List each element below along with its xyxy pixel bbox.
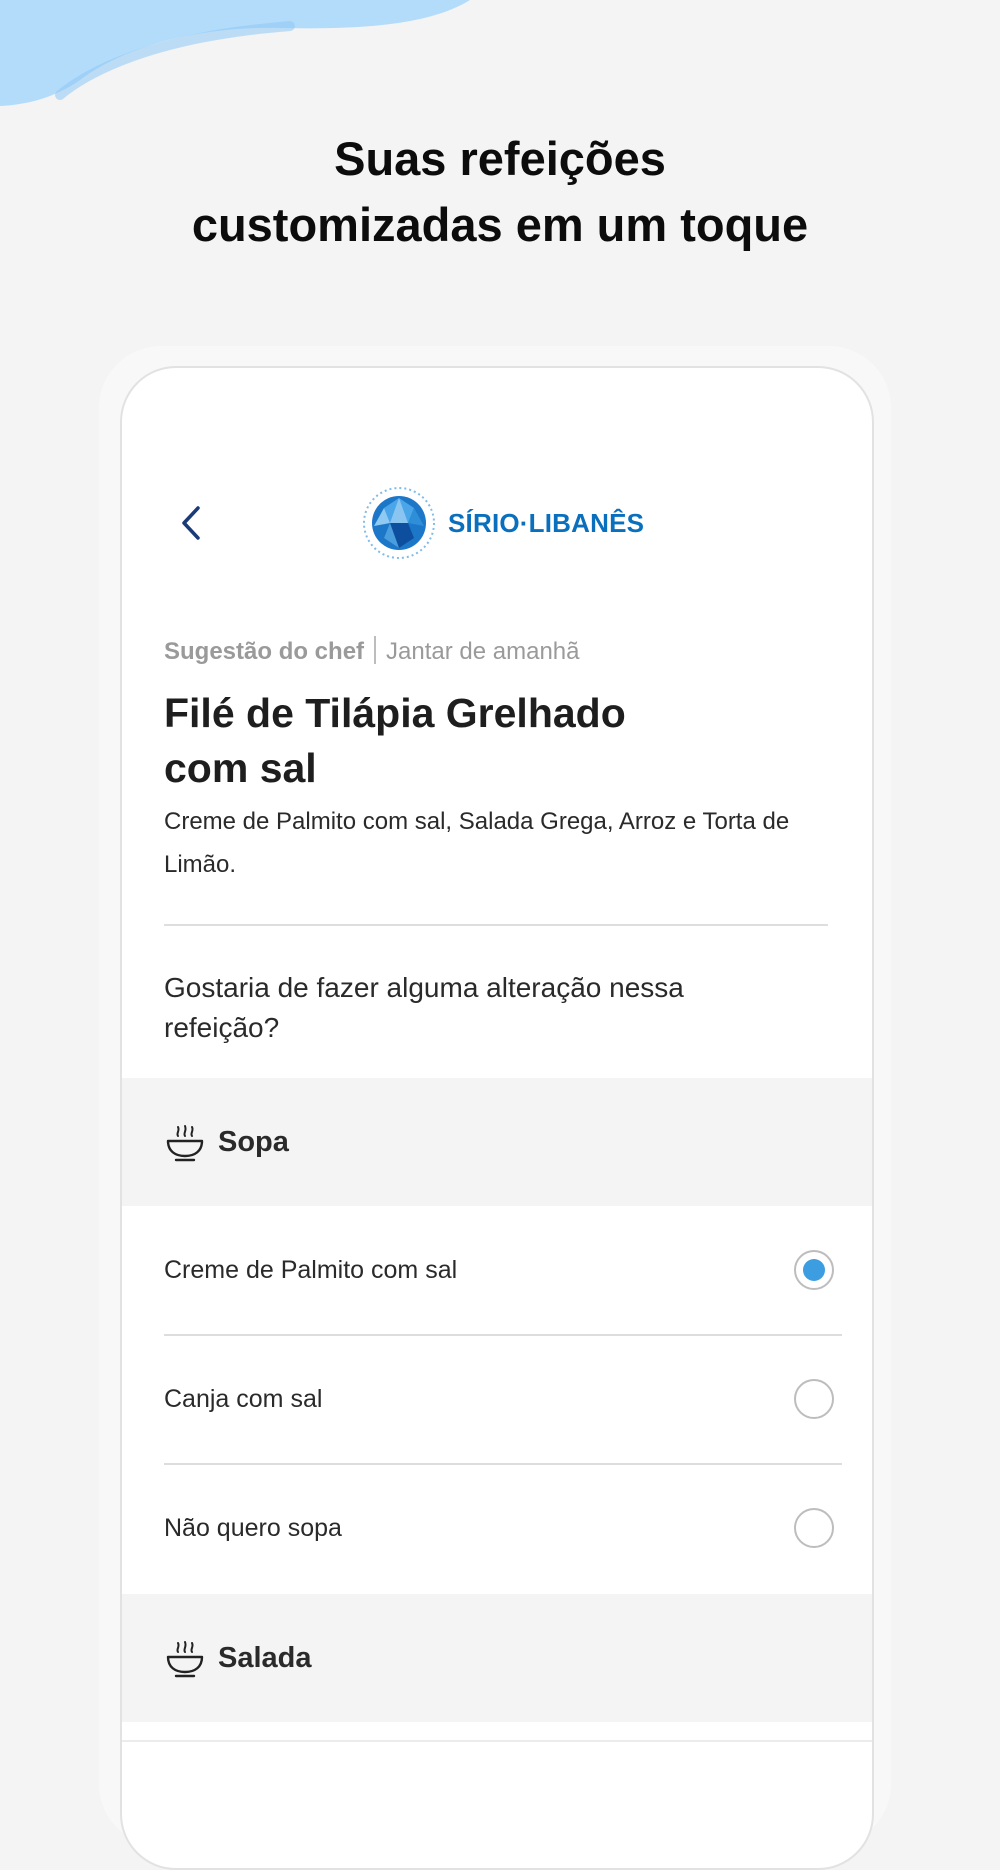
decorative-wave <box>0 0 470 106</box>
soup-option-creme-de-palmito[interactable]: Creme de Palmito com sal <box>164 1206 842 1334</box>
headline-line-2: customizadas em um toque <box>191 198 809 251</box>
dish-description: Creme de Palmito com sal, Salada Grega, … <box>164 808 790 878</box>
back-button[interactable] <box>172 498 212 548</box>
headline-line-1: Suas refeições <box>334 132 666 185</box>
section-header-salada: Salada <box>122 1594 872 1722</box>
sirio-libanes-logo: SÍRIO·LIBANÊS <box>362 486 644 560</box>
section-label-sopa: Sopa <box>218 1125 289 1158</box>
section-label-salada: Salada <box>218 1641 312 1674</box>
radio-dot <box>803 1259 825 1281</box>
dish-title-line-2: com sal <box>164 745 317 791</box>
divider <box>164 924 828 926</box>
option-label: Não quero sopa <box>164 1513 342 1542</box>
radio-selected[interactable] <box>794 1250 834 1290</box>
phone-screen: SÍRIO·LIBANÊS Sugestão do chef Jantar de … <box>120 366 874 1870</box>
meal-time-label: Jantar de amanhã <box>386 638 580 665</box>
dish-title-line-1: Filé de Tilápia Grelhado <box>164 690 626 736</box>
soup-option-none[interactable]: Não quero sopa <box>164 1464 842 1592</box>
headline: Suas refeições customizadas em um toque <box>0 126 1000 258</box>
meta-separator <box>374 636 377 664</box>
soup-bowl-icon <box>166 1641 204 1678</box>
option-label: Creme de Palmito com sal <box>164 1255 458 1284</box>
divider <box>122 1740 872 1742</box>
radio-unselected[interactable] <box>794 1379 834 1419</box>
logo-emblem-icon <box>363 487 435 559</box>
dish-title: Filé de Tilápia Grelhado com sal <box>164 686 764 796</box>
meal-meta: Sugestão do chef Jantar de amanhã <box>164 636 580 666</box>
soup-option-canja[interactable]: Canja com sal <box>164 1335 842 1463</box>
radio-unselected[interactable] <box>794 1508 834 1548</box>
chef-suggestion-label: Sugestão do chef <box>164 638 365 665</box>
change-question: Gostaria de fazer alguma alteração nessa… <box>164 972 684 1043</box>
soup-bowl-icon <box>166 1125 204 1162</box>
logo-text: SÍRIO·LIBANÊS <box>448 507 645 538</box>
section-header-sopa: Sopa <box>122 1078 872 1206</box>
option-label: Canja com sal <box>164 1384 323 1413</box>
chevron-left-icon <box>182 506 200 540</box>
